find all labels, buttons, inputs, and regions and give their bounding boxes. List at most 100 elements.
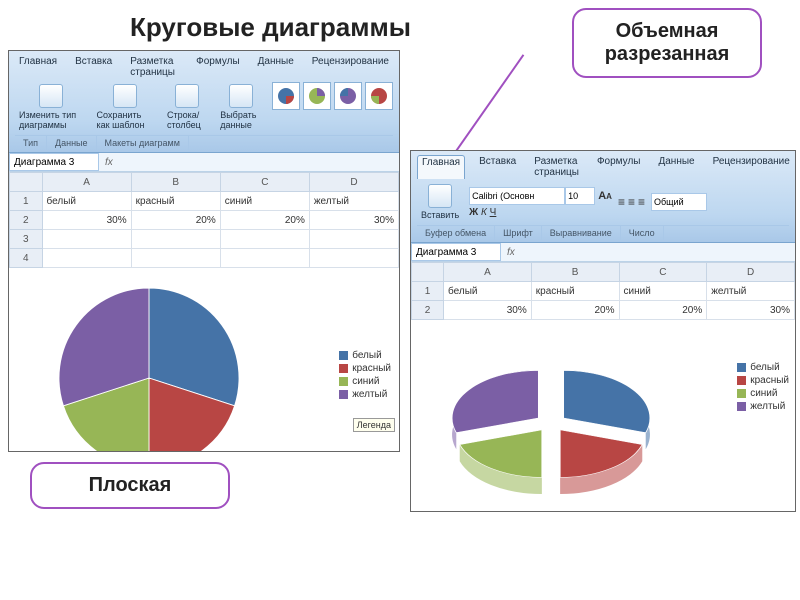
- name-box-row: fx: [9, 153, 399, 172]
- layout-2[interactable]: [303, 82, 331, 110]
- font-size[interactable]: [565, 187, 595, 205]
- col-d2h[interactable]: D: [707, 263, 795, 282]
- legend-white: белый: [352, 350, 381, 361]
- grp-font: Шрифт: [495, 226, 542, 240]
- col-b[interactable]: B: [131, 173, 220, 192]
- align-right-icon[interactable]: ≡: [638, 195, 645, 209]
- number-format[interactable]: [651, 193, 707, 211]
- ribbon-home: Главная Вставка Разметка страницы Формул…: [411, 151, 795, 243]
- excel-window-3d: Главная Вставка Разметка страницы Формул…: [410, 150, 796, 512]
- c2-d2[interactable]: 30%: [707, 301, 795, 320]
- fx-icon-2[interactable]: fx: [501, 247, 521, 258]
- col-c2h[interactable]: C: [619, 263, 707, 282]
- cell-c2[interactable]: 20%: [220, 211, 309, 230]
- bold-button[interactable]: Ж: [469, 207, 478, 218]
- legend[interactable]: белый красный синий желтый: [339, 348, 391, 402]
- paste-button[interactable]: Вставить: [417, 182, 463, 222]
- c2-a2[interactable]: 30%: [444, 301, 532, 320]
- tab-layout[interactable]: Разметка страницы: [126, 55, 182, 79]
- cell-b1[interactable]: красный: [131, 192, 220, 211]
- align-left-icon[interactable]: ≡: [618, 195, 625, 209]
- legend-blue: синий: [352, 376, 379, 387]
- tab-insert-2[interactable]: Вставка: [475, 155, 520, 179]
- italic-button[interactable]: К: [481, 207, 487, 218]
- col-d[interactable]: D: [309, 173, 398, 192]
- grp-align: Выравнивание: [542, 226, 621, 240]
- swatch-yellow: [339, 390, 348, 399]
- name-box[interactable]: [9, 153, 99, 171]
- cell-d1[interactable]: желтый: [309, 192, 398, 211]
- tab-review[interactable]: Рецензирование: [308, 55, 393, 79]
- leg2-white: белый: [750, 362, 779, 373]
- tab-home-2[interactable]: Главная: [417, 155, 465, 179]
- decrease-font-icon[interactable]: A: [606, 192, 612, 201]
- layout-1[interactable]: [272, 82, 300, 110]
- grp-clipboard: Буфер обмена: [417, 226, 495, 240]
- leg2-blue: синий: [750, 388, 777, 399]
- align-center-icon[interactable]: ≡: [628, 195, 635, 209]
- tab-layout-2[interactable]: Разметка страницы: [530, 155, 583, 179]
- chart-layout-gallery[interactable]: [272, 82, 393, 132]
- col-b2h[interactable]: B: [531, 263, 619, 282]
- tab-formulas-2[interactable]: Формулы: [593, 155, 645, 179]
- tab-formulas[interactable]: Формулы: [192, 55, 244, 79]
- cell-d2[interactable]: 30%: [309, 211, 398, 230]
- cell-a1[interactable]: белый: [42, 192, 131, 211]
- row-1[interactable]: 1: [10, 192, 43, 211]
- font-name[interactable]: [469, 187, 565, 205]
- legend-red: красный: [352, 363, 391, 374]
- name-box-2[interactable]: [411, 243, 501, 261]
- tab-data[interactable]: Данные: [254, 55, 298, 79]
- layout-4[interactable]: [365, 82, 393, 110]
- c2-b2[interactable]: 20%: [531, 301, 619, 320]
- tab-data-2[interactable]: Данные: [654, 155, 698, 179]
- c2-d1[interactable]: желтый: [707, 282, 795, 301]
- tab-home[interactable]: Главная: [15, 55, 61, 79]
- layout-3[interactable]: [334, 82, 362, 110]
- swatch-red: [339, 364, 348, 373]
- row-2[interactable]: 2: [10, 211, 43, 230]
- ribbon: Главная Вставка Разметка страницы Формул…: [9, 51, 399, 153]
- tab-review-2[interactable]: Рецензирование: [709, 155, 794, 179]
- c2-b1[interactable]: красный: [531, 282, 619, 301]
- c2-c2[interactable]: 20%: [619, 301, 707, 320]
- col-c[interactable]: C: [220, 173, 309, 192]
- col-a[interactable]: A: [42, 173, 131, 192]
- rowcol-label: Строка/столбец: [167, 110, 206, 130]
- col-a2h[interactable]: A: [444, 263, 532, 282]
- change-chart-type-button[interactable]: Изменить тип диаграммы: [15, 82, 87, 132]
- sheet-grid[interactable]: ABCD 1белыйкрасныйсинийжелтый 230%20%20%…: [9, 172, 399, 268]
- sheet-grid-2[interactable]: ABCD 1белыйкрасныйсинийжелтый 230%20%20%…: [411, 262, 795, 320]
- ribbon-tabs: Главная Вставка Разметка страницы Формул…: [15, 55, 393, 79]
- grp-layout: Макеты диаграмм: [97, 136, 189, 150]
- rowcol-icon: [175, 84, 199, 108]
- select-icon: [229, 84, 253, 108]
- c2-c1[interactable]: синий: [619, 282, 707, 301]
- grp-type: Тип: [15, 136, 47, 150]
- save-template-button[interactable]: Сохранить как шаблон: [93, 82, 157, 132]
- chart-3d-pie[interactable]: белый красный синий желтый: [411, 320, 795, 512]
- select-label: Выбрать данные: [220, 110, 262, 130]
- chart-icon: [39, 84, 63, 108]
- increase-font-icon[interactable]: A: [598, 190, 606, 202]
- legend-2[interactable]: белый красный синий желтый: [737, 360, 789, 414]
- fx-icon[interactable]: fx: [99, 157, 119, 168]
- callout-exploded: Объемная разрезанная: [572, 8, 762, 78]
- callout-flat: Плоская: [30, 462, 230, 509]
- chart-flat-pie[interactable]: белый красный синий желтый Легенда: [9, 268, 399, 452]
- save-templ-label: Сохранить как шаблон: [97, 110, 153, 130]
- select-data-button[interactable]: Выбрать данные: [216, 82, 266, 132]
- tab-insert[interactable]: Вставка: [71, 55, 116, 79]
- excel-window-flat: Главная Вставка Разметка страницы Формул…: [8, 50, 400, 452]
- paste-label: Вставить: [421, 210, 459, 220]
- switch-rowcol-button[interactable]: Строка/столбец: [163, 82, 210, 132]
- cell-b2[interactable]: 20%: [131, 211, 220, 230]
- grp-number: Число: [621, 226, 664, 240]
- c2-a1[interactable]: белый: [444, 282, 532, 301]
- underline-button[interactable]: Ч: [490, 207, 497, 218]
- paste-icon: [428, 184, 452, 208]
- swatch-white: [339, 351, 348, 360]
- cell-a2[interactable]: 30%: [42, 211, 131, 230]
- cell-c1[interactable]: синий: [220, 192, 309, 211]
- leg2-red: красный: [750, 375, 789, 386]
